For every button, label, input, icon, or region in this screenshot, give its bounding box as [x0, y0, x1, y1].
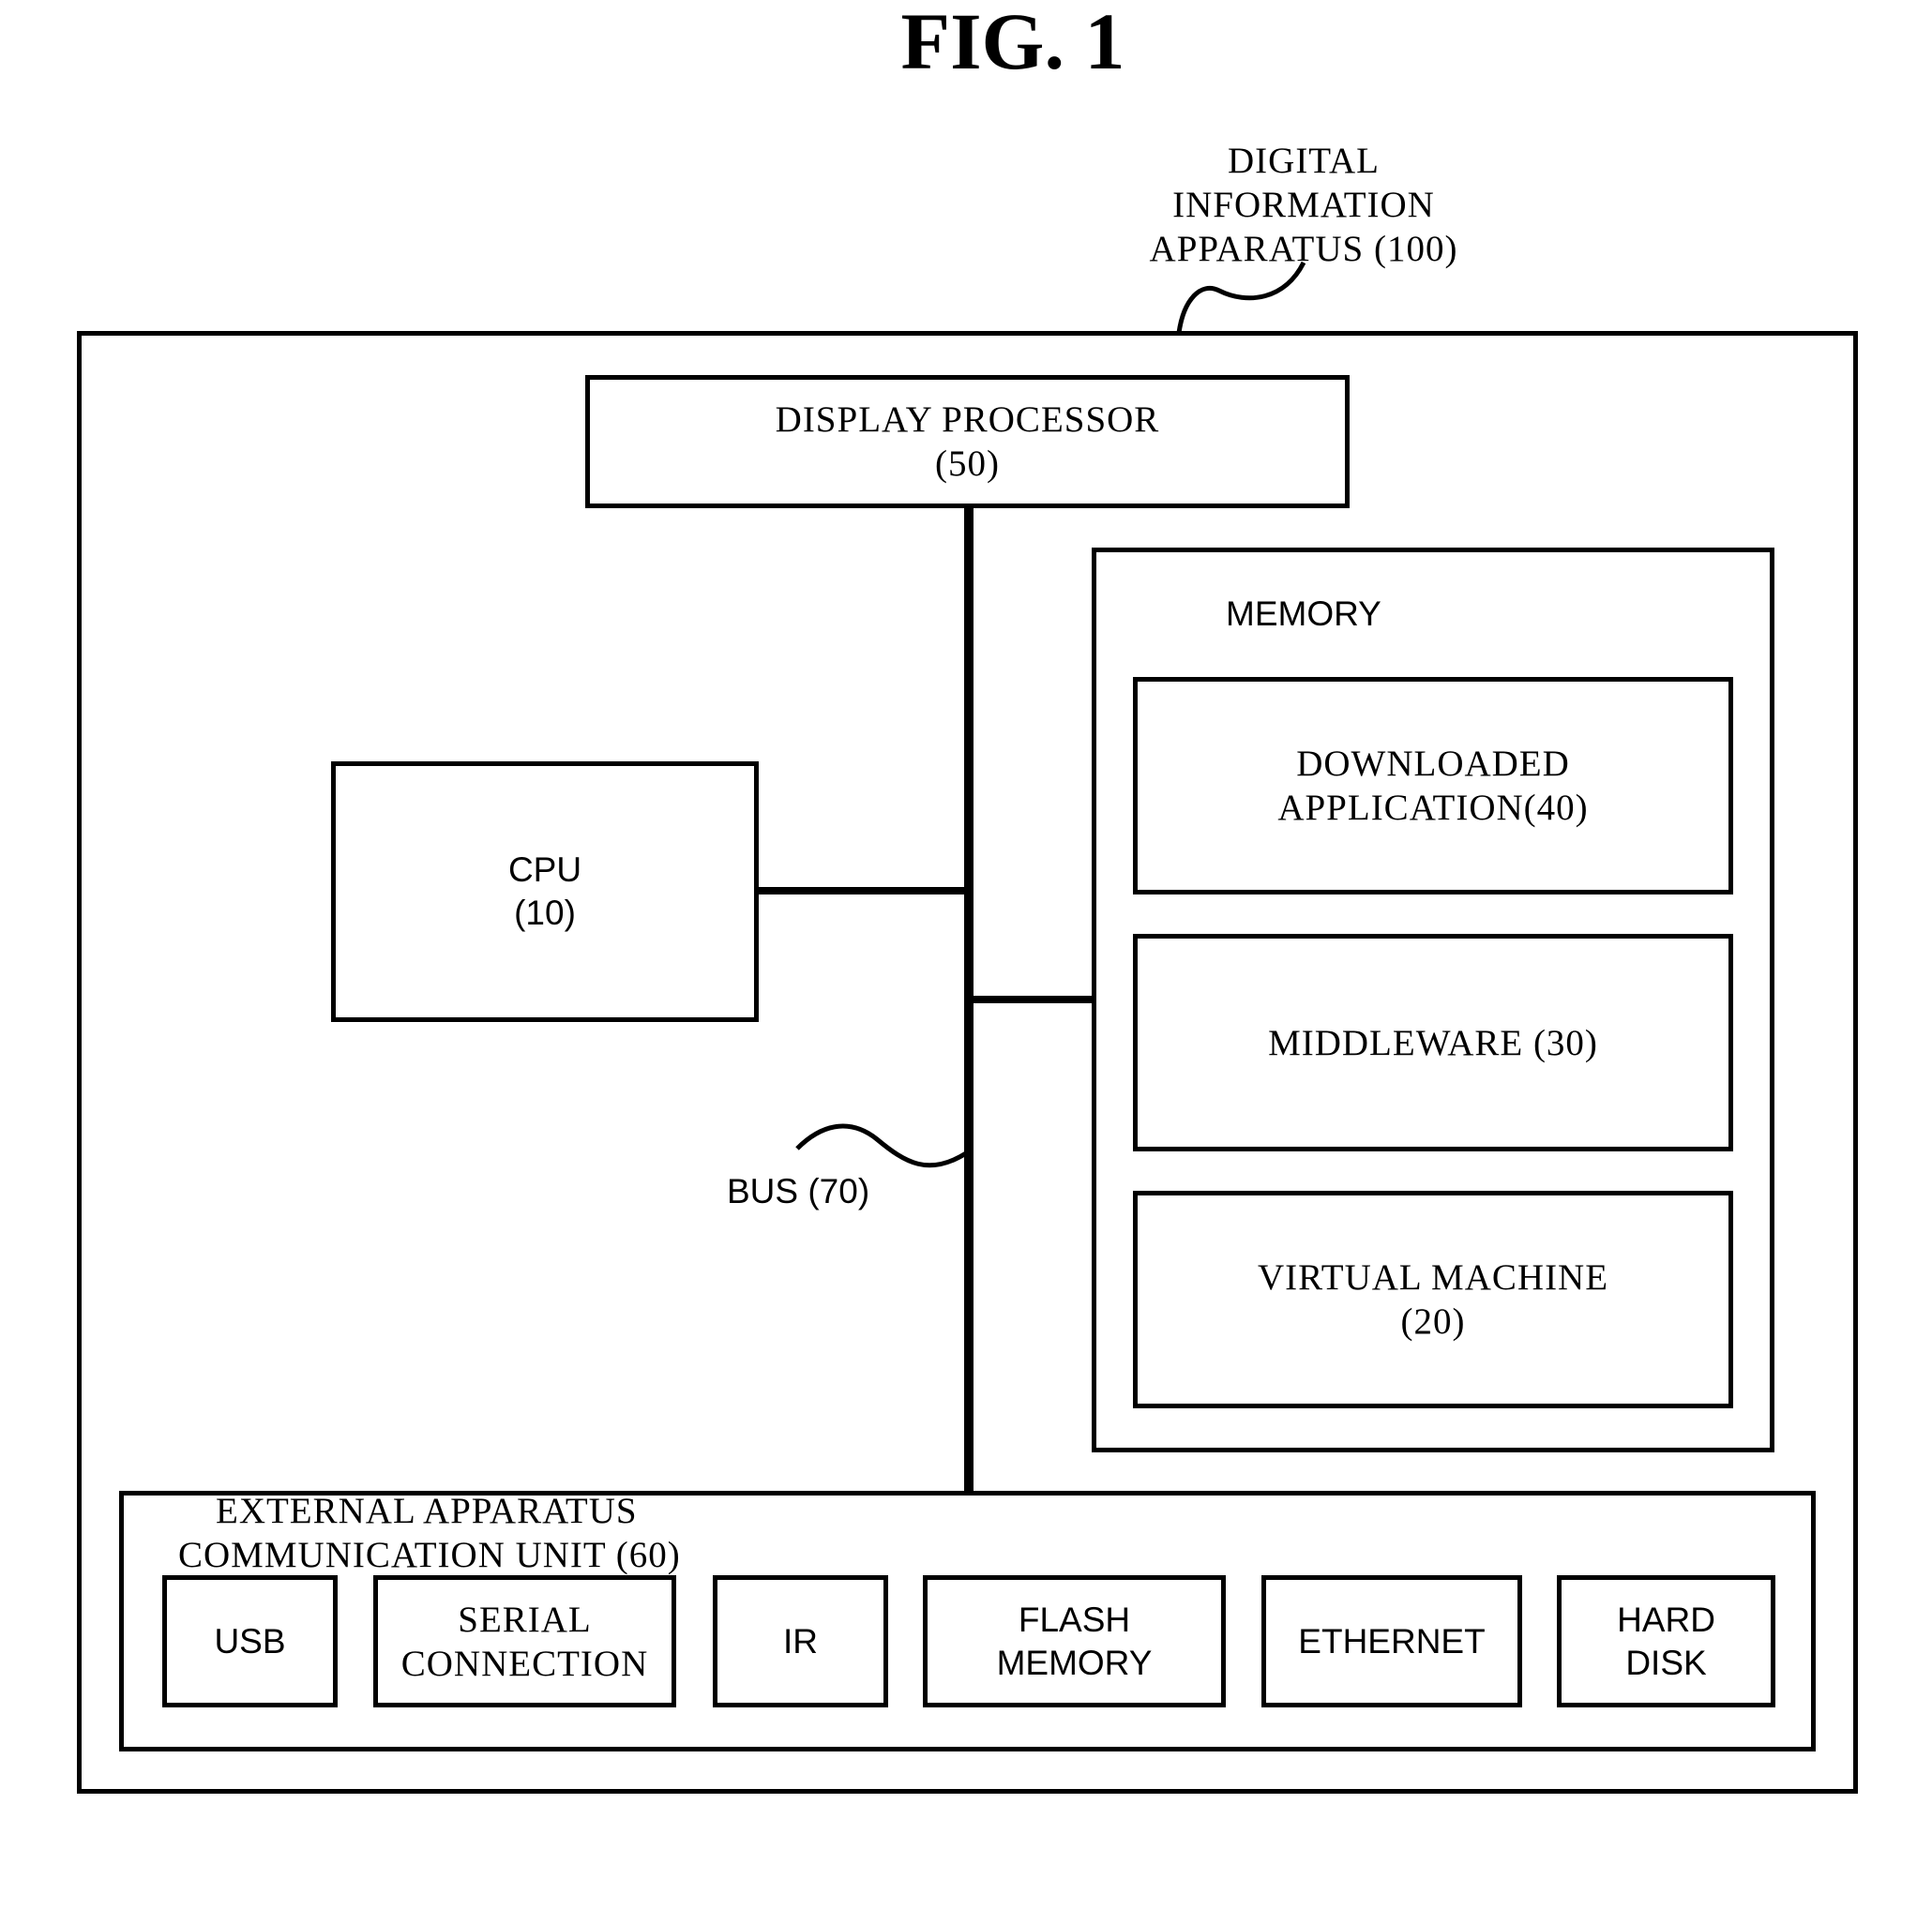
port-serial-label: CONNECTION — [400, 1643, 649, 1684]
port-usb: USB — [162, 1575, 338, 1707]
apparatus-leader-line — [1176, 261, 1306, 334]
port-flash-label: MEMORY — [996, 1643, 1153, 1682]
middleware-box: MIDDLEWARE (30) — [1133, 934, 1733, 1151]
port-ir-label: IR — [783, 1621, 818, 1661]
downloaded-application-box: DOWNLOADED APPLICATION(40) — [1133, 677, 1733, 894]
cpu-box: CPU (10) — [331, 761, 759, 1022]
cpu-ref: (10) — [514, 894, 576, 932]
virtual-machine-ref: (20) — [1400, 1301, 1466, 1342]
cpu-label: CPU — [507, 850, 582, 889]
port-hard-disk-label: DISK — [1625, 1643, 1707, 1682]
display-processor-box: DISPLAY PROCESSOR (50) — [585, 375, 1350, 508]
external-communication-unit-label: EXTERNAL APPARATUS COMMUNICATION UNIT (6… — [178, 1489, 681, 1577]
bus-label: BUS (70) — [727, 1172, 870, 1210]
virtual-machine-box: VIRTUAL MACHINE (20) — [1133, 1191, 1733, 1408]
port-ethernet-label: ETHERNET — [1298, 1621, 1486, 1661]
display-processor-ref: (50) — [935, 443, 1000, 484]
virtual-machine-label: VIRTUAL MACHINE — [1257, 1257, 1609, 1298]
middleware-label: MIDDLEWARE (30) — [1268, 1022, 1598, 1063]
port-ir: IR — [713, 1575, 888, 1707]
port-flash-memory: FLASH MEMORY — [923, 1575, 1226, 1707]
downloaded-application-label: DOWNLOADED APPLICATION(40) — [1277, 744, 1589, 828]
display-processor-label: DISPLAY PROCESSOR — [775, 399, 1160, 440]
port-flash-label: FLASH — [1018, 1600, 1131, 1639]
port-serial-connection: SERIAL CONNECTION — [373, 1575, 676, 1707]
bus-leader-line — [795, 1123, 968, 1168]
port-hard-disk: HARD DISK — [1557, 1575, 1775, 1707]
port-serial-label: SERIAL — [458, 1599, 592, 1640]
port-ethernet: ETHERNET — [1261, 1575, 1522, 1707]
port-usb-label: USB — [214, 1621, 286, 1661]
external-unit-label-line: EXTERNAL APPARATUS — [216, 1491, 638, 1531]
memory-label: MEMORY — [1226, 594, 1381, 633]
external-unit-label-line: COMMUNICATION UNIT (60) — [178, 1535, 681, 1575]
port-hard-disk-label: HARD — [1617, 1600, 1715, 1639]
